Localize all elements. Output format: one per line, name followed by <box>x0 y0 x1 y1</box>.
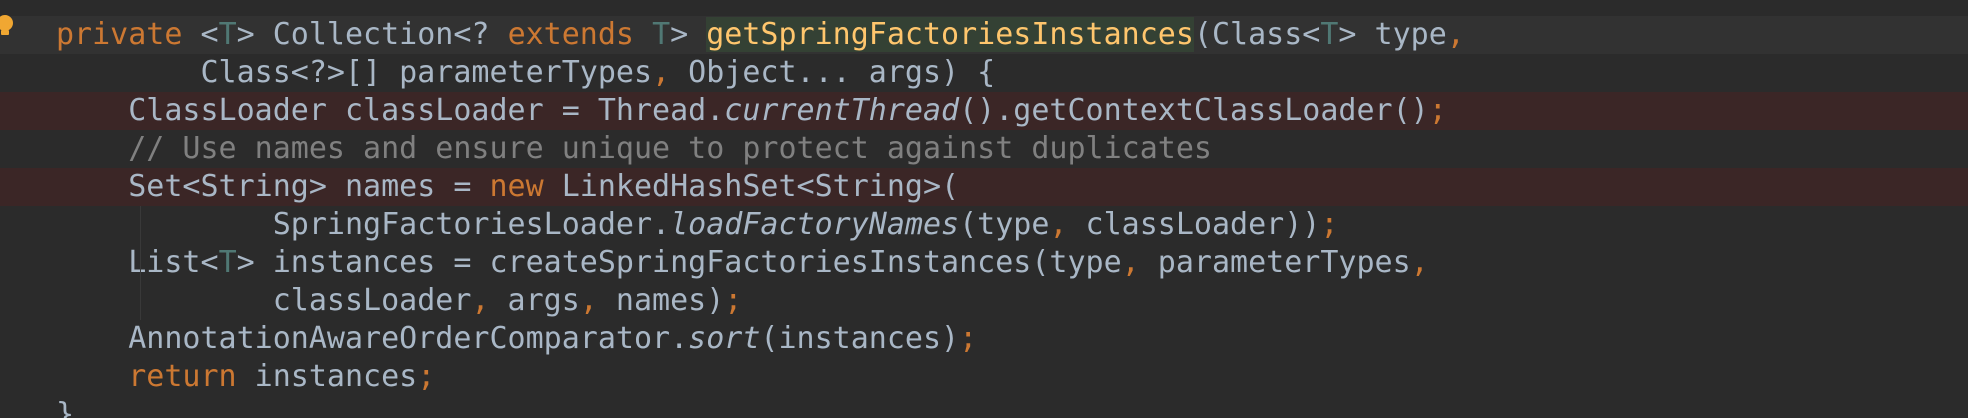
code-line-text: AnnotationAwareOrderComparator.sort(inst… <box>56 320 977 358</box>
code-token: (type <box>959 207 1050 242</box>
code-line-text: private <T> Collection<? extends T> getS… <box>56 16 1465 54</box>
code-token: extends <box>507 17 634 52</box>
lightbulb-icon[interactable] <box>0 14 16 38</box>
code-line-text: } <box>56 396 74 418</box>
code-token: T <box>1320 17 1339 52</box>
code-line[interactable]: classLoader, args, names); <box>0 282 1968 320</box>
code-token: ; <box>959 321 978 356</box>
code-token: (instances) <box>760 321 960 356</box>
code-line[interactable]: // Use names and ensure unique to protec… <box>0 130 1968 168</box>
code-line[interactable]: Class<?>[] parameterTypes, Object... arg… <box>0 54 1968 92</box>
code-token: Set<String> names = <box>56 169 490 204</box>
code-token: (Class< <box>1193 17 1321 52</box>
code-token: ; <box>417 359 436 394</box>
code-token: Object... args) { <box>670 55 996 90</box>
code-token: , <box>1446 17 1465 52</box>
code-token: sort <box>688 321 761 356</box>
code-token: , <box>1049 207 1068 242</box>
code-line-text: return instances; <box>56 358 435 396</box>
code-token: Class<?>[] parameterTypes <box>56 55 653 90</box>
code-token: } <box>56 397 75 418</box>
code-line[interactable]: } <box>0 396 1968 418</box>
code-token: List< <box>56 245 219 280</box>
code-token: getSpringFactoriesInstances <box>706 17 1194 52</box>
code-token: , <box>1121 245 1140 280</box>
code-line[interactable]: ClassLoader classLoader = Thread.current… <box>0 92 1968 130</box>
code-token: names) <box>597 283 725 318</box>
code-line-text: Set<String> names = new LinkedHashSet<St… <box>56 168 959 206</box>
code-line-text: // Use names and ensure unique to protec… <box>56 130 1212 168</box>
code-editor[interactable]: private <T> Collection<? extends T> getS… <box>0 0 1968 418</box>
code-token: ().getContextClassLoader() <box>959 93 1429 128</box>
code-line[interactable]: List<T> instances = createSpringFactorie… <box>0 244 1968 282</box>
code-line-text: SpringFactoriesLoader.loadFactoryNames(t… <box>56 206 1339 244</box>
code-token: parameterTypes <box>1139 245 1411 280</box>
code-line-text: classLoader, args, names); <box>56 282 743 320</box>
code-token: < <box>182 17 219 52</box>
code-token: return <box>128 359 237 394</box>
code-token: > type <box>1338 17 1447 52</box>
code-line-text: List<T> instances = createSpringFactorie… <box>56 244 1429 282</box>
code-token: instances <box>236 359 418 394</box>
code-token: , <box>579 283 598 318</box>
code-token: > <box>670 17 707 52</box>
code-token: , <box>471 283 490 318</box>
code-token: SpringFactoriesLoader. <box>56 207 671 242</box>
code-token: > instances = createSpringFactoriesInsta… <box>236 245 1122 280</box>
code-token: T <box>218 245 237 280</box>
code-token: LinkedHashSet<String>( <box>543 169 960 204</box>
code-line[interactable]: AnnotationAwareOrderComparator.sort(inst… <box>0 320 1968 358</box>
code-token: ClassLoader classLoader = Thread. <box>56 93 725 128</box>
code-token: currentThread <box>724 93 960 128</box>
code-token: ; <box>724 283 743 318</box>
code-line[interactable]: return instances; <box>0 358 1968 396</box>
code-line-text: ClassLoader classLoader = Thread.current… <box>56 92 1447 130</box>
code-token: T <box>652 17 671 52</box>
code-token: AnnotationAwareOrderComparator. <box>56 321 689 356</box>
code-token: T <box>218 17 237 52</box>
code-line[interactable]: private <T> Collection<? extends T> getS… <box>0 16 1968 54</box>
code-token: new <box>489 169 544 204</box>
code-token: ; <box>1428 93 1447 128</box>
code-token: // Use names and ensure unique to protec… <box>56 131 1212 166</box>
code-line[interactable]: SpringFactoriesLoader.loadFactoryNames(t… <box>0 206 1968 244</box>
code-token: loadFactoryNames <box>670 207 960 242</box>
code-line[interactable]: Set<String> names = new LinkedHashSet<St… <box>0 168 1968 206</box>
code-token: private <box>56 17 183 52</box>
code-token: classLoader)) <box>1067 207 1321 242</box>
code-token: , <box>1410 245 1429 280</box>
code-token: classLoader <box>56 283 472 318</box>
code-token: ; <box>1320 207 1339 242</box>
code-token: args <box>489 283 580 318</box>
code-token: > Collection<? <box>236 17 508 52</box>
code-line-text: Class<?>[] parameterTypes, Object... arg… <box>56 54 995 92</box>
code-token: , <box>652 55 671 90</box>
indent-guide <box>140 206 142 320</box>
